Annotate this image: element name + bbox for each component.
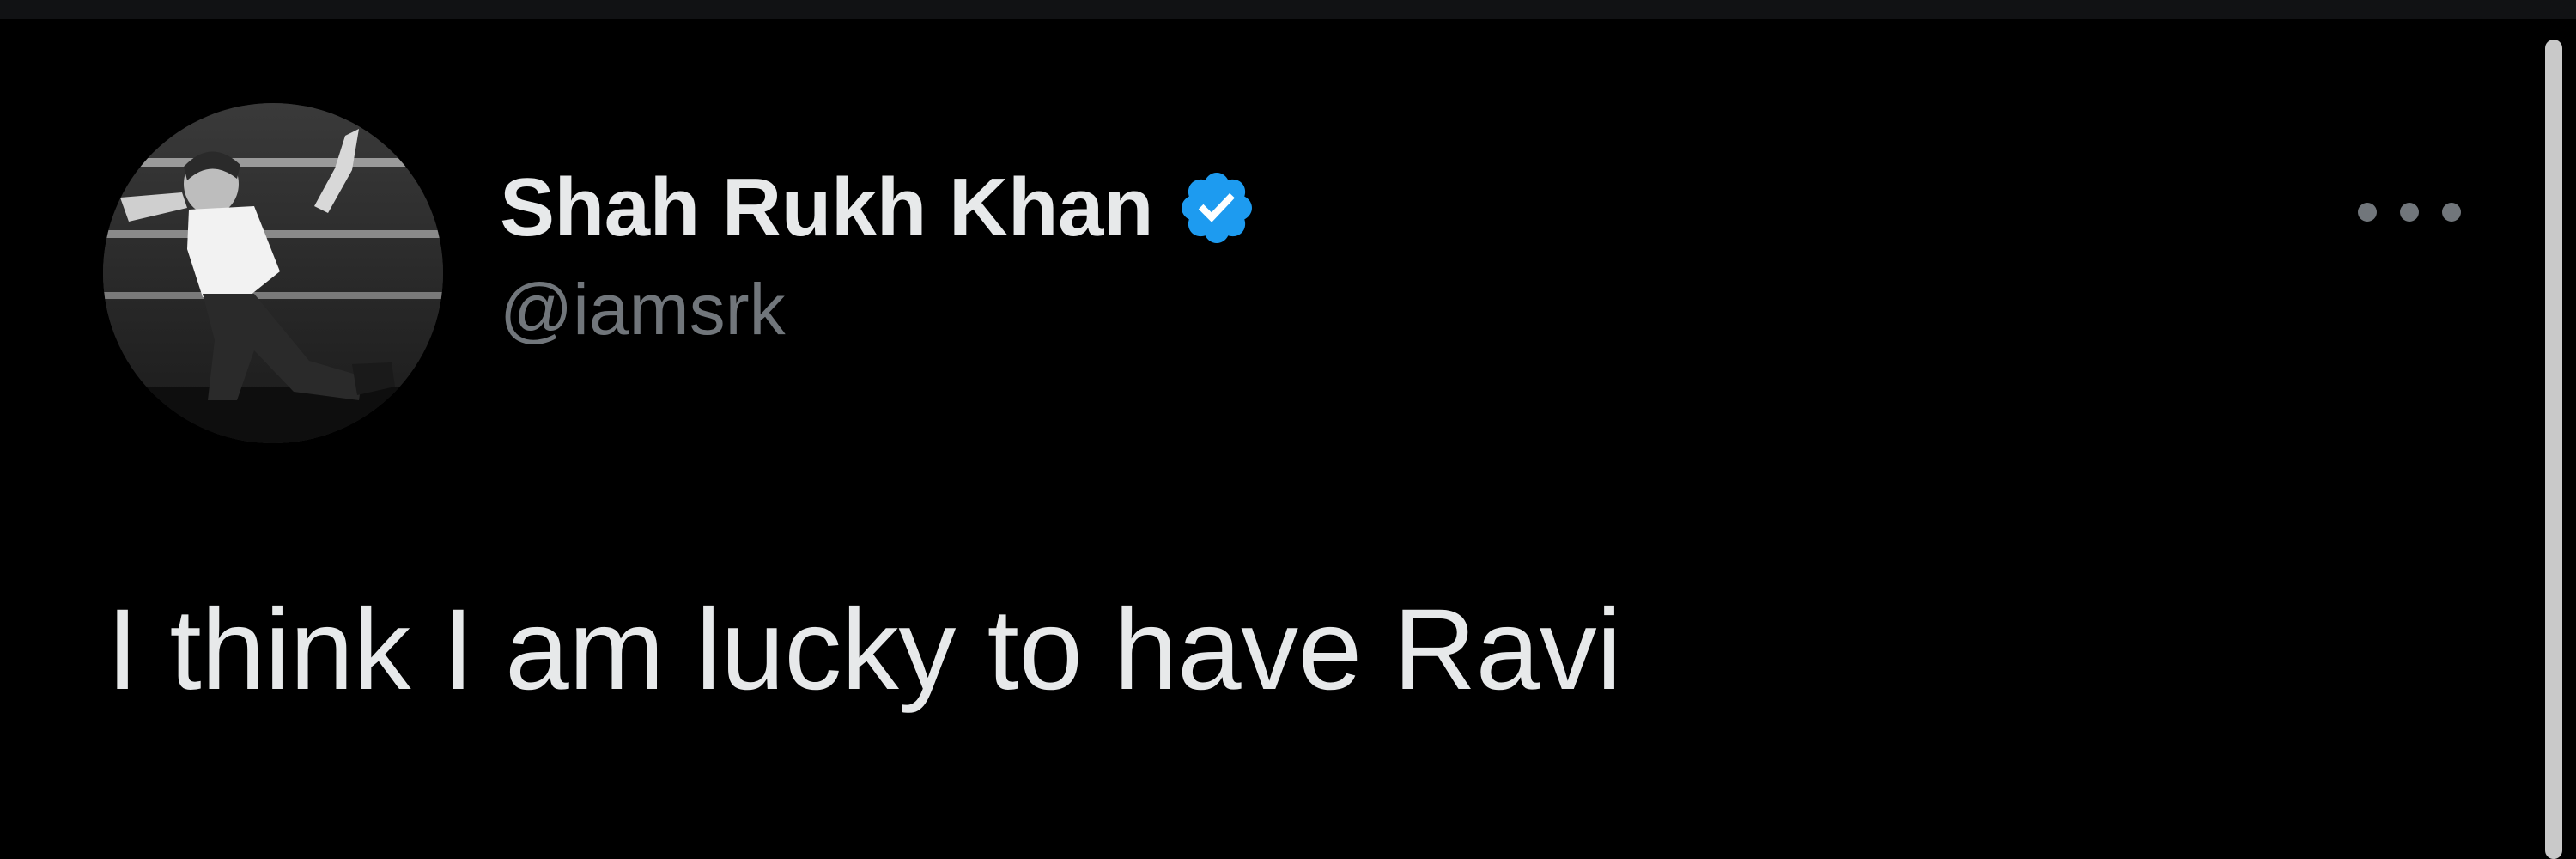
- tweet-text: I think I am lucky to have Ravi: [106, 586, 1622, 714]
- more-dot: [2358, 203, 2377, 222]
- profile-photo: [103, 103, 443, 443]
- more-dot: [2442, 203, 2461, 222]
- verified-badge-icon[interactable]: [1176, 167, 1258, 249]
- scrollbar-thumb[interactable]: [2545, 40, 2562, 859]
- name-row: Shah Rukh Khan: [500, 156, 1258, 259]
- tweet-card: [0, 19, 2576, 859]
- avatar[interactable]: [103, 103, 443, 443]
- top-bar: [0, 0, 2576, 19]
- tweet-header: Shah Rukh Khan @iamsrk: [500, 156, 1258, 351]
- display-name[interactable]: Shah Rukh Khan: [500, 161, 1154, 255]
- more-dot: [2400, 203, 2419, 222]
- user-handle[interactable]: @iamsrk: [500, 268, 1258, 351]
- more-options-icon[interactable]: [2358, 182, 2461, 242]
